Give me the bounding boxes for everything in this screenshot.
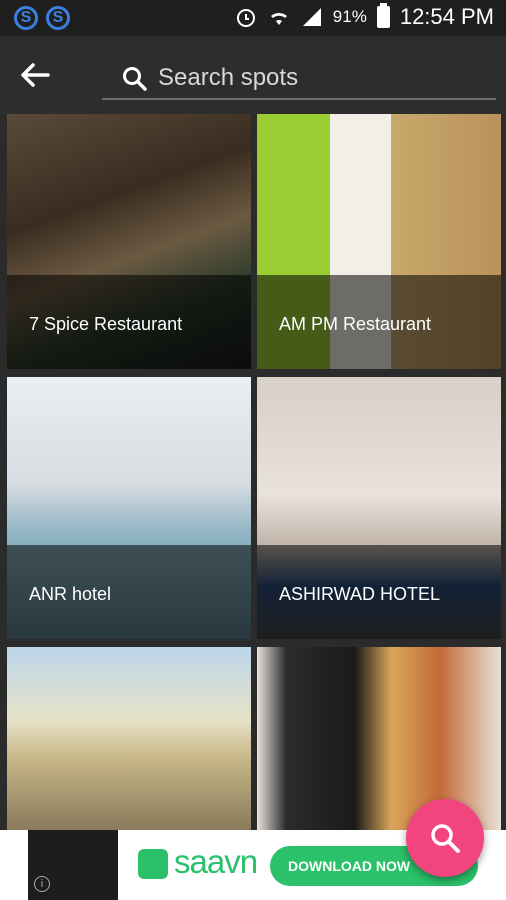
spot-name: AM PM Restaurant — [279, 314, 432, 334]
status-bar: S S 91% 12:54 PM — [0, 0, 506, 36]
spot-name: 7 Spice Restaurant — [29, 314, 183, 334]
ad-brand: saavn — [174, 843, 258, 880]
spot-name: ANR hotel — [29, 584, 112, 604]
app-notification-icon: S — [46, 6, 70, 30]
search-fab[interactable] — [406, 799, 484, 877]
spot-tile[interactable]: 7 Spice Restaurant — [7, 114, 251, 369]
back-arrow-icon[interactable] — [18, 60, 52, 90]
notification-icons: S S — [14, 6, 70, 30]
ad-info-icon[interactable]: i — [34, 876, 50, 892]
spot-tile[interactable] — [7, 647, 251, 830]
signal-icon — [302, 8, 321, 26]
spots-grid: 7 Spice Restaurant AM PM Restaurant ANR … — [0, 114, 506, 830]
alarm-icon — [236, 9, 255, 27]
spot-photo — [7, 647, 251, 830]
app-notification-icon: S — [14, 6, 38, 30]
search-icon — [123, 67, 147, 91]
spot-tile[interactable]: ANR hotel — [7, 377, 251, 639]
spot-tile[interactable]: AM PM Restaurant — [257, 114, 501, 369]
system-status: 91% 12:54 PM — [235, 3, 494, 30]
toolbar — [0, 36, 506, 114]
wifi-icon — [270, 12, 287, 25]
spot-name: ASHIRWAD HOTEL — [279, 584, 441, 604]
battery-percent: 91% — [332, 7, 367, 26]
battery-icon — [376, 3, 390, 28]
spot-tile[interactable]: ASHIRWAD HOTEL — [257, 377, 501, 639]
spot-tile[interactable] — [257, 647, 501, 830]
clock: 12:54 PM — [399, 4, 494, 29]
search-input[interactable] — [158, 62, 478, 94]
search-bar[interactable] — [102, 56, 496, 100]
spot-photo — [257, 647, 501, 830]
search-icon — [431, 824, 460, 853]
saavn-logo-icon — [138, 849, 168, 879]
